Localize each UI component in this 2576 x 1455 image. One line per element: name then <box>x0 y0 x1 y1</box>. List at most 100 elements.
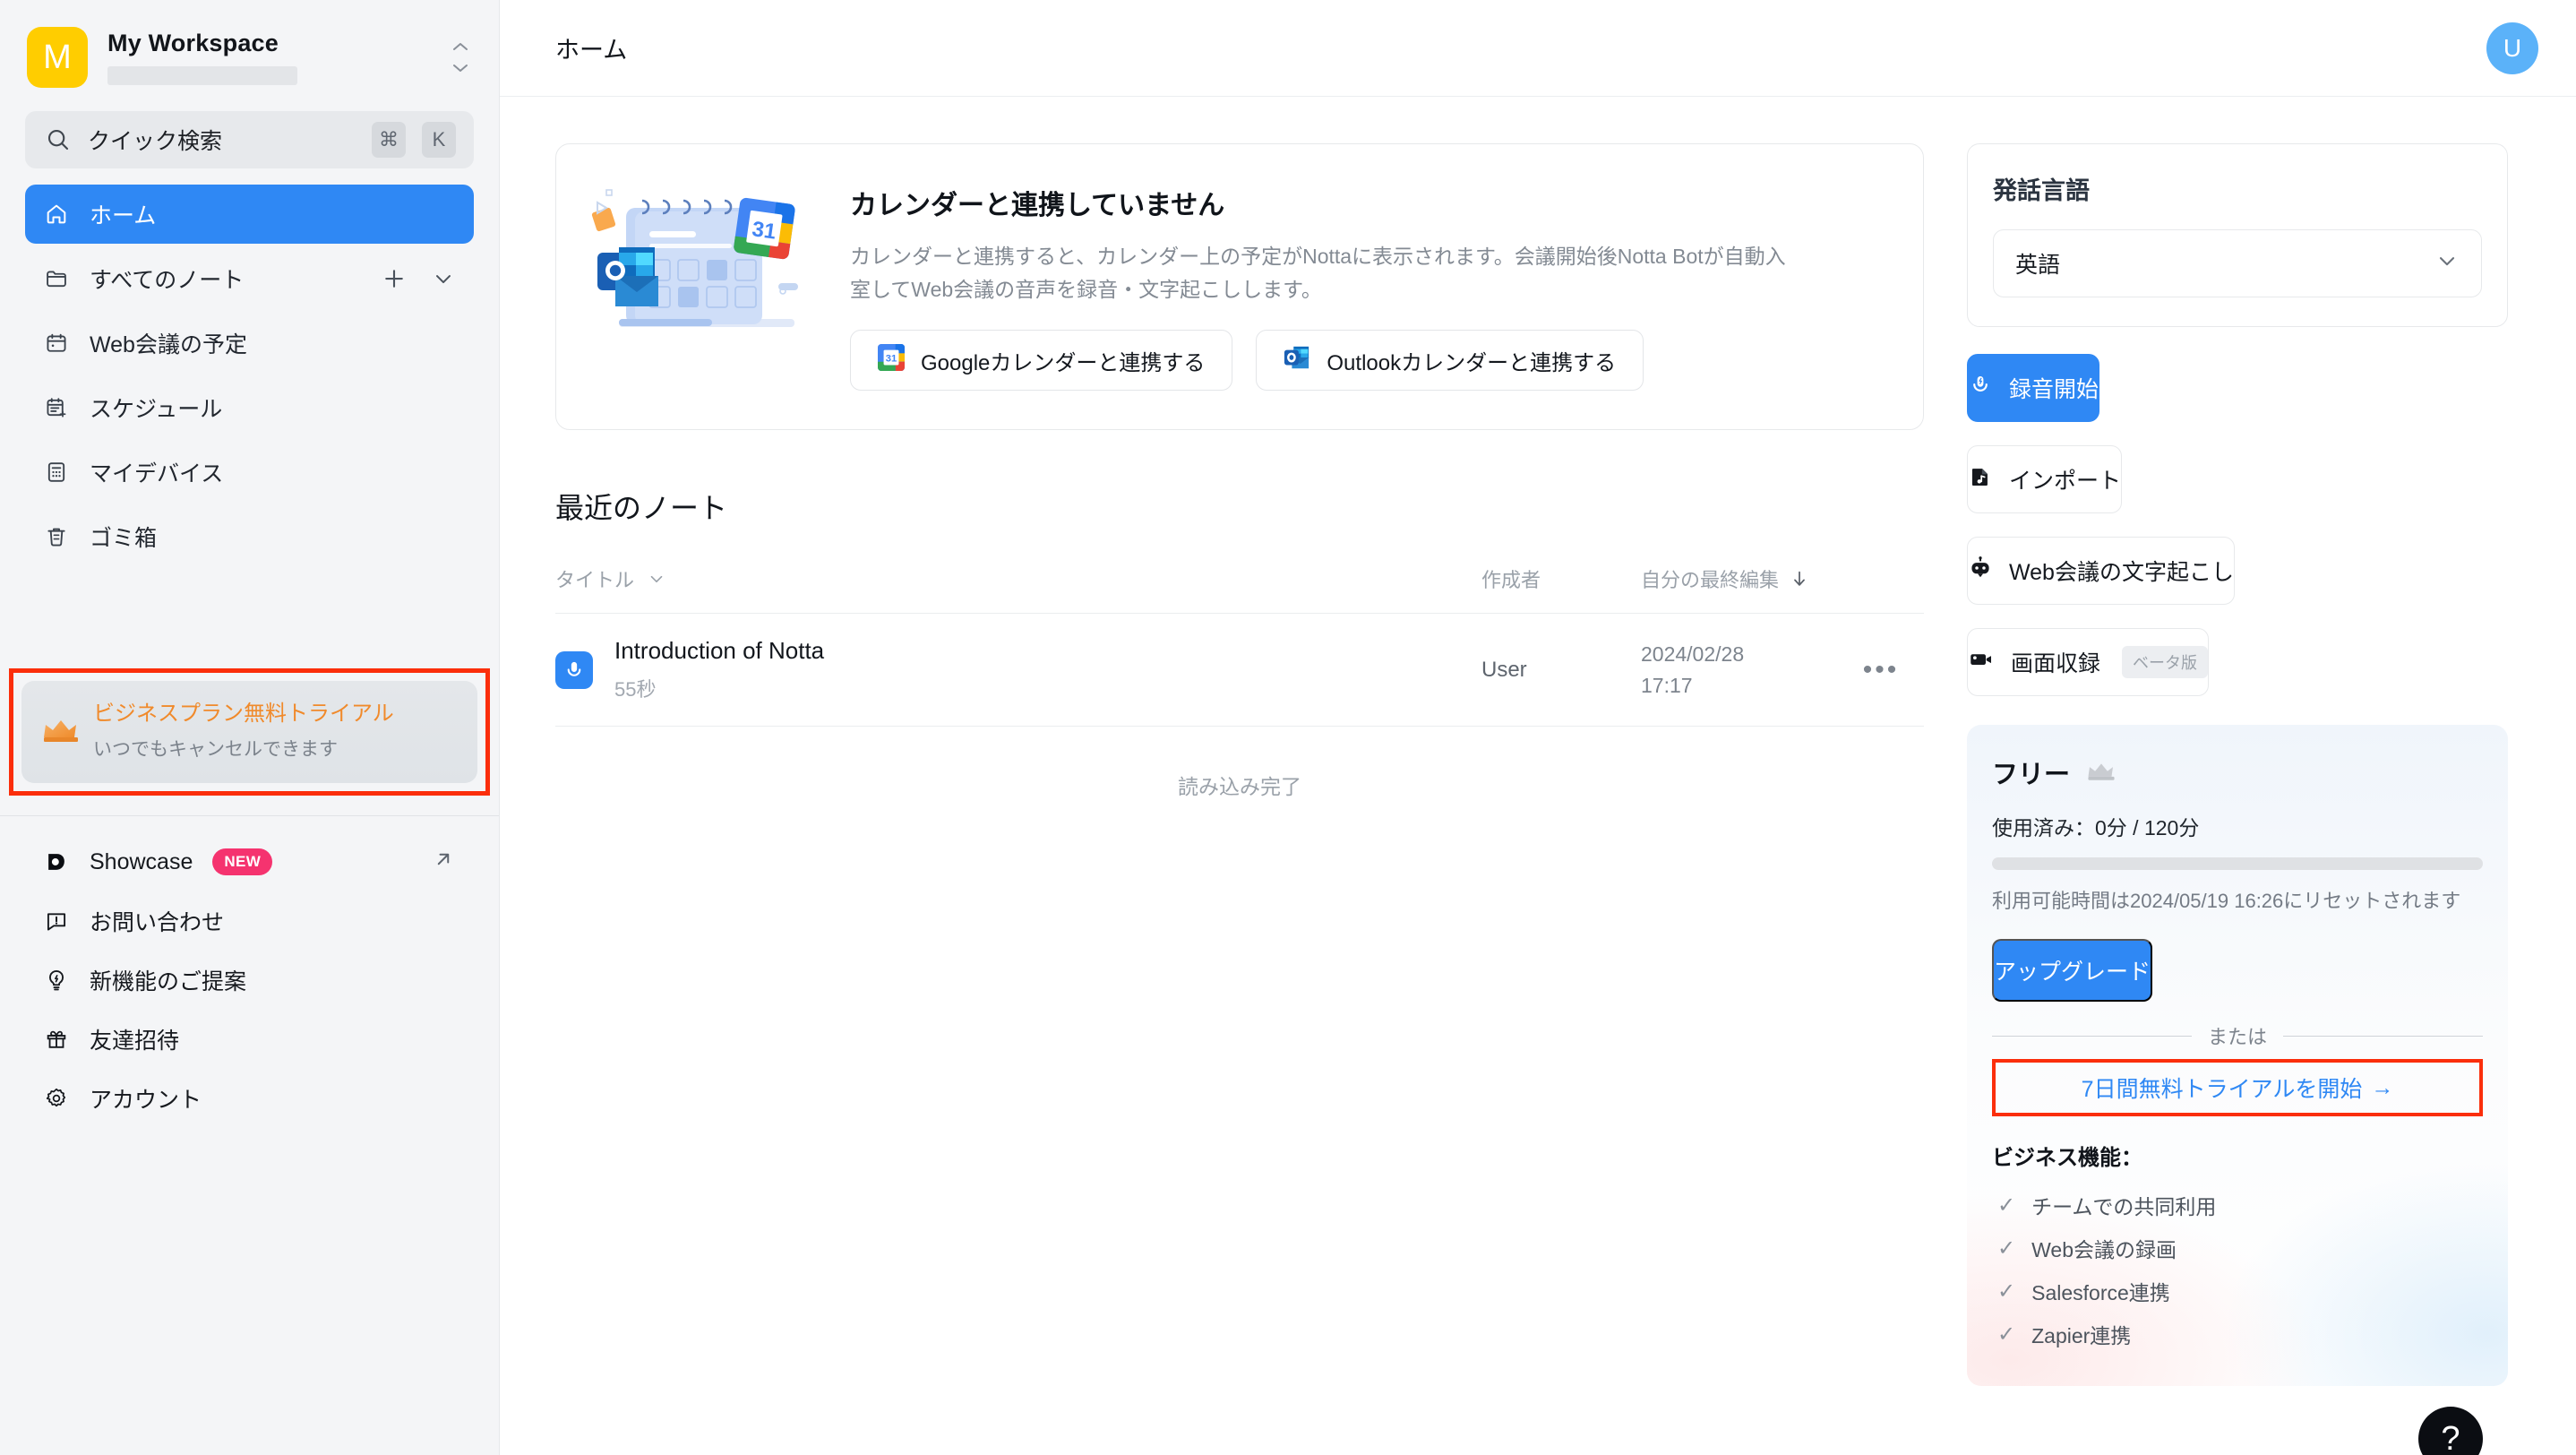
business-trial-promo-wrap: ビジネスプラン無料トライアル いつでもキャンセルできます <box>0 668 499 796</box>
column-header-title[interactable]: タイトル <box>555 564 1481 593</box>
load-complete-label: 読み込み完了 <box>1178 775 1301 798</box>
sidebar-item-label: すべてのノート <box>90 268 245 293</box>
sidebar-item-label: 友達招待 <box>90 1029 180 1055</box>
calendar-connect-card: 31 カレンダーと連携していません カレンダーと連携すると、カレンダー上の予定が… <box>555 143 1924 430</box>
status-badge-new: NEW <box>212 848 273 876</box>
quick-search-input[interactable]: クイック検索 ⌘ K <box>25 111 474 168</box>
column-header-last-edit[interactable]: 自分の最終編集 <box>1641 564 1838 593</box>
check-icon: ✓ <box>1997 1322 2016 1347</box>
transcribe-web-meeting-button[interactable]: Web会議の文字起こし <box>1967 537 2235 605</box>
business-trial-subtitle: いつでもキャンセルできます <box>93 739 338 761</box>
folder-icon <box>43 265 70 292</box>
business-feature-label: チームでの共同利用 <box>2031 1195 2217 1218</box>
calendar-card-description: カレンダーと連携すると、カレンダー上の予定がNottaに表示されます。会議開始後… <box>850 244 1786 301</box>
upgrade-button[interactable]: アップグレード <box>1992 939 2153 1002</box>
note-more-actions-button[interactable]: ••• <box>1838 655 1924 685</box>
right-panel-inner: 発話言語 英語 録音開始 インポート Web会議の文字起こし 画面収録 ベータ版… <box>1967 143 2508 1455</box>
external-link-icon <box>431 847 456 878</box>
showcase-icon <box>43 848 70 875</box>
user-avatar[interactable]: U <box>2486 22 2538 74</box>
workspace-email-redacted <box>107 66 297 85</box>
crown-icon <box>41 714 81 749</box>
plan-reset-note: 利用可能時間は2024/05/19 16:26にリセットされます <box>1992 890 2461 912</box>
sidebar-item-feature-request[interactable]: 新機能のご提案 <box>25 951 474 1010</box>
calendar-illustration: 31 <box>572 183 841 391</box>
sidebar-item-contact[interactable]: お問い合わせ <box>25 891 474 951</box>
business-features-list: ✓ チームでの共同利用 ✓ Web会議の録画 ✓ Salesforce連携 ✓ … <box>1992 1184 2483 1356</box>
workspace-switcher[interactable]: M My Workspace <box>0 0 499 108</box>
business-trial-promo[interactable]: ビジネスプラン無料トライアル いつでもキャンセルできます <box>21 681 477 784</box>
calendar-icon <box>43 330 70 357</box>
app-root: M My Workspace クイック検索 ⌘ K ホーム すべてのノート We… <box>0 0 2576 1455</box>
search-icon <box>47 129 69 151</box>
help-button[interactable]: ? <box>2418 1407 2483 1455</box>
sidebar-item-label: アカウント <box>90 1088 202 1114</box>
list-item: ✓ Salesforce連携 <box>1992 1270 2483 1313</box>
sort-desc-arrow-icon <box>1794 571 1805 586</box>
trial-link-highlight-box: 7日間無料トライアルを開始 → <box>1992 1059 2483 1116</box>
chevron-down-icon <box>453 65 468 72</box>
sidebar-item-my-device[interactable]: マイデバイス <box>25 443 474 502</box>
sidebar-item-showcase[interactable]: Showcase NEW <box>25 832 474 891</box>
google-calendar-icon: 31 <box>878 343 905 377</box>
connect-google-calendar-label: Googleカレンダーと連携する <box>921 350 1206 375</box>
sidebar-item-schedule[interactable]: スケジュール <box>25 378 474 437</box>
workspace-switch-chevrons[interactable] <box>445 40 476 74</box>
or-separator-line-right <box>2283 1035 2484 1037</box>
business-trial-highlight-box: ビジネスプラン無料トライアル いつでもキャンセルできます <box>9 668 490 796</box>
sidebar-bottom-nav: Showcase NEW お問い合わせ 新機能のご提案 友達招待 アカウント <box>0 816 499 1128</box>
speech-language-value: 英語 <box>2015 253 2061 278</box>
start-recording-button[interactable]: 録音開始 <box>1967 354 2100 422</box>
plan-header: フリー <box>1992 753 2483 791</box>
sidebar-item-trash[interactable]: ゴミ箱 <box>25 507 474 566</box>
all-notes-actions[interactable] <box>381 265 456 292</box>
connect-outlook-calendar-label: Outlookカレンダーと連携する <box>1327 350 1617 375</box>
sidebar-item-home[interactable]: ホーム <box>25 185 474 244</box>
speech-language-label: 発話言語 <box>1993 177 2090 204</box>
arrow-right-icon: → <box>2371 1074 2394 1100</box>
connect-google-calendar-button[interactable]: 31 Googleカレンダーと連携する <box>850 330 1233 392</box>
business-trial-text: ビジネスプラン無料トライアル いつでもキャンセルできます <box>93 701 456 762</box>
trash-icon <box>43 523 70 550</box>
start-free-trial-link[interactable]: 7日間無料トライアルを開始 → <box>1996 1063 2479 1113</box>
right-panel: 発話言語 英語 録音開始 インポート Web会議の文字起こし 画面収録 ベータ版… <box>1967 97 2576 1455</box>
start-recording-label: 録音開始 <box>2009 377 2099 402</box>
table-header-row: タイトル 作成者 自分の最終編集 <box>555 564 1924 614</box>
sidebar-item-invite-friends[interactable]: 友達招待 <box>25 1010 474 1069</box>
note-title-cell: Introduction of Notta 55秒 <box>555 637 1481 702</box>
sidebar-item-label: ゴミ箱 <box>90 526 158 551</box>
home-icon <box>43 201 70 228</box>
connect-outlook-calendar-button[interactable]: Outlookカレンダーと連携する <box>1256 330 1644 392</box>
list-item: ✓ Zapier連携 <box>1992 1313 2483 1356</box>
transcribe-web-meeting-label: Web会議の文字起こし <box>2009 560 2234 585</box>
chevron-down-icon <box>2434 248 2460 280</box>
workspace-name: My Workspace <box>107 30 279 56</box>
plus-icon <box>385 270 403 288</box>
sidebar-item-all-notes[interactable]: すべてのノート <box>25 249 474 308</box>
start-free-trial-label: 7日間無料トライアルを開始 <box>2081 1077 2363 1102</box>
check-icon: ✓ <box>1997 1192 2016 1218</box>
plan-usage: 使用済み：0分 / 120分 <box>1992 816 2200 839</box>
device-icon <box>43 459 70 486</box>
sidebar-item-label: お問い合わせ <box>90 910 225 936</box>
sidebar-item-label: 新機能のご提案 <box>90 969 247 995</box>
note-title-block: Introduction of Notta 55秒 <box>614 637 824 702</box>
kbd-k: K <box>422 122 456 158</box>
speech-language-select[interactable]: 英語 <box>1993 229 2482 297</box>
content-column: 31 カレンダーと連携していません カレンダーと連携すると、カレンダー上の予定が… <box>500 97 1967 1455</box>
body-columns: 31 カレンダーと連携していません カレンダーと連携すると、カレンダー上の予定が… <box>500 97 2576 1455</box>
sidebar-item-label: マイデバイス <box>90 461 224 486</box>
or-separator: または <box>1992 1021 2484 1050</box>
import-button[interactable]: インポート <box>1967 445 2123 513</box>
sidebar-item-web-meeting-schedule[interactable]: Web会議の予定 <box>25 314 474 373</box>
table-row[interactable]: Introduction of Notta 55秒 User 2024/02/2… <box>555 614 1924 727</box>
business-feature-label: Zapier連携 <box>2031 1324 2132 1347</box>
workspace-meta: My Workspace <box>107 30 425 85</box>
recent-notes-title: 最近のノート <box>555 492 728 524</box>
sidebar-nav: ホーム すべてのノート Web会議の予定 スケジュール マイデバイス ゴミ箱 <box>0 185 499 572</box>
sidebar-item-account[interactable]: アカウント <box>25 1069 474 1128</box>
sidebar-item-label: Showcase <box>90 848 193 874</box>
chevron-down-icon <box>650 575 663 583</box>
screen-recording-button[interactable]: 画面収録 ベータ版 <box>1967 628 2210 696</box>
calendar-card-title: カレンダーと連携していません <box>850 190 1225 220</box>
